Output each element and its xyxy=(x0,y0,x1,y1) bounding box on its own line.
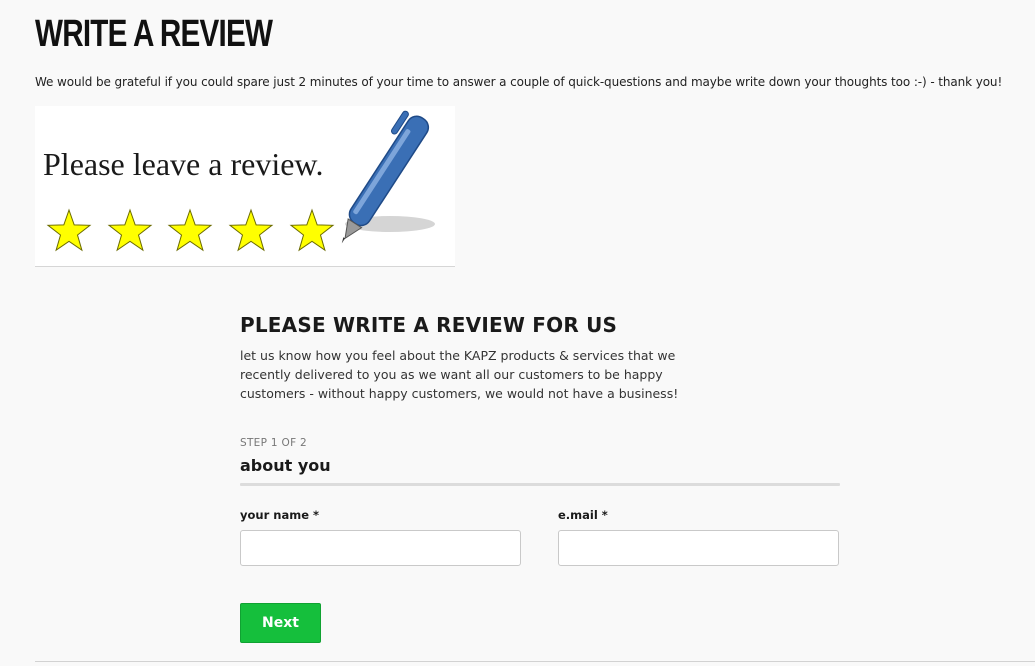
name-label: your name * xyxy=(240,508,320,522)
section-title: about you xyxy=(240,456,331,475)
email-input[interactable] xyxy=(558,530,839,566)
next-button[interactable]: Next xyxy=(240,603,321,643)
form-title: PLEASE WRITE A REVIEW FOR US xyxy=(240,313,618,337)
star-icon xyxy=(289,208,335,252)
review-banner-image: Please leave a review. xyxy=(35,106,455,267)
star-icon xyxy=(228,208,274,252)
step-indicator: STEP 1 OF 2 xyxy=(240,437,308,449)
email-label: e.mail * xyxy=(558,508,608,522)
banner-caption: Please leave a review. xyxy=(43,146,324,182)
form-description: let us know how you feel about the KAPZ … xyxy=(240,348,679,401)
star-icon xyxy=(107,208,153,252)
bottom-divider xyxy=(35,661,1035,662)
review-form: PLEASE WRITE A REVIEW FOR US let us know… xyxy=(240,312,840,643)
page-title: WRITE A REVIEW xyxy=(35,13,273,55)
rating-stars xyxy=(46,208,335,252)
star-icon xyxy=(167,208,213,252)
intro-text: We would be grateful if you could spare … xyxy=(35,75,1003,89)
banner-graphic xyxy=(46,110,435,252)
section-divider xyxy=(240,483,840,486)
star-icon xyxy=(46,208,92,252)
name-input[interactable] xyxy=(240,530,521,566)
